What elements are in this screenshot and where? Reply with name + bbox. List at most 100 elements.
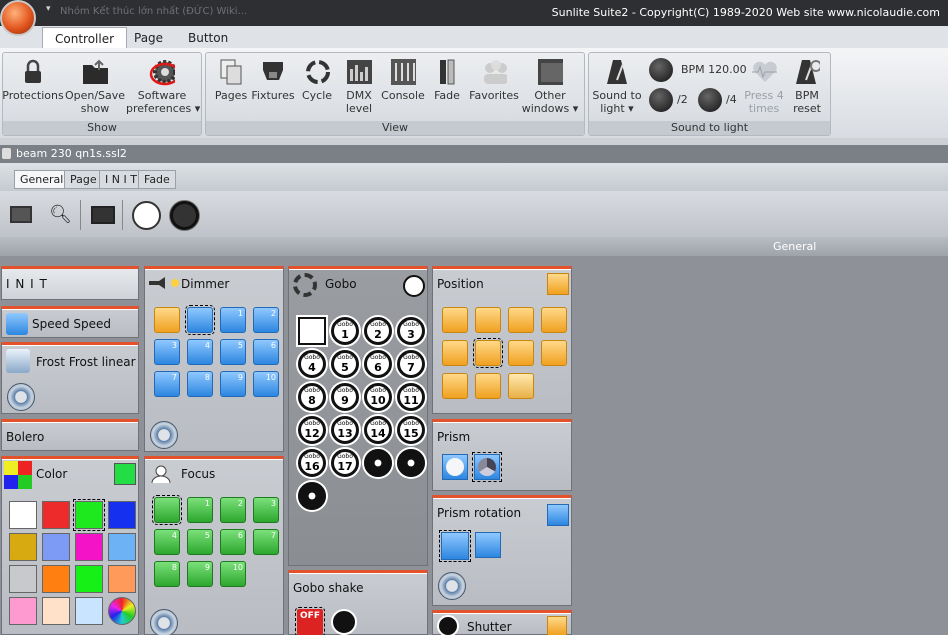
dimmer-button[interactable]: 7 (154, 371, 180, 397)
dimmer-button[interactable]: 5 (220, 339, 246, 365)
tab-init[interactable]: I N I T (99, 170, 143, 189)
press-4-times-button[interactable]: Press 4 times (742, 58, 786, 115)
color-swatch[interactable] (108, 533, 136, 561)
dimmer-knob[interactable] (150, 421, 178, 449)
position-pattern-button[interactable] (442, 307, 468, 333)
tab-controller[interactable]: Controller (42, 27, 128, 48)
position-pattern-button[interactable] (473, 338, 503, 368)
gobo-button[interactable]: Gobo 4 (298, 350, 326, 378)
gobo-button[interactable] (298, 317, 326, 345)
fade-button[interactable]: Fade (428, 58, 466, 102)
quick-access-dropdown[interactable]: ▾ (46, 4, 51, 14)
color-swatch[interactable] (9, 533, 37, 561)
gobo-button[interactable]: Gobo 2 (364, 317, 392, 345)
position-pattern-button[interactable] (541, 307, 567, 333)
prism-3facet-button[interactable] (472, 452, 502, 482)
dimmer-button[interactable]: 9 (220, 371, 246, 397)
color-swatch[interactable] (73, 499, 105, 531)
color-swatch[interactable] (108, 597, 136, 625)
color-swatch[interactable] (75, 565, 103, 593)
bpm-reset-button[interactable]: BPM reset (786, 58, 828, 115)
position-pattern-button[interactable] (475, 373, 501, 399)
color-swatch[interactable] (9, 597, 37, 625)
tab-general[interactable]: General (14, 170, 70, 189)
white-circle-button[interactable] (132, 201, 161, 230)
gobo-button[interactable]: Gobo 10 (364, 383, 392, 411)
tab-button[interactable]: Button (176, 27, 240, 48)
focus-button[interactable]: 2 (220, 497, 246, 523)
gobo-button[interactable]: Gobo 12 (298, 416, 326, 444)
prism-rotate-cw-button[interactable] (439, 530, 471, 562)
div4-button[interactable] (698, 88, 722, 112)
color-swatch[interactable] (108, 501, 136, 529)
search-icon[interactable]: 🔍︎ (49, 204, 72, 225)
other-windows-button[interactable]: Other windows ▾ (520, 58, 580, 115)
open-save-show-button[interactable]: Open/Save show (64, 58, 126, 115)
div2-button[interactable] (649, 88, 673, 112)
favorites-button[interactable]: Favorites (468, 58, 520, 102)
color-swatch[interactable] (75, 597, 103, 625)
layout-icon[interactable] (91, 206, 115, 224)
dimmer-button[interactable]: 8 (187, 371, 213, 397)
pages-button[interactable]: Pages (210, 58, 252, 102)
dimmer-button[interactable]: 4 (187, 339, 213, 365)
sound-to-light-button[interactable]: Sound to light ▾ (590, 58, 644, 115)
gobo-button[interactable]: Gobo 9 (331, 383, 359, 411)
protections-button[interactable]: Protections (2, 58, 64, 102)
color-swatch[interactable] (9, 501, 37, 529)
color-swatch[interactable] (108, 565, 136, 593)
focus-button[interactable]: 4 (154, 529, 180, 555)
position-pattern-button[interactable] (442, 340, 468, 366)
bolero-panel[interactable]: Bolero (1, 419, 139, 451)
init-panel[interactable]: I N I T (1, 266, 139, 300)
gobo-button[interactable]: Gobo 6 (364, 350, 392, 378)
dimmer-button[interactable]: 2 (253, 307, 279, 333)
focus-button[interactable]: 3 (253, 497, 279, 523)
dimmer-button[interactable] (154, 307, 180, 333)
black-circle-button[interactable] (170, 201, 199, 230)
gobo-button[interactable]: Gobo 16 (298, 449, 326, 477)
gobo-shake-off-button[interactable]: OFF (295, 607, 325, 635)
position-pattern-button[interactable] (508, 340, 534, 366)
focus-knob[interactable] (150, 609, 178, 635)
app-menu-button[interactable] (0, 0, 36, 36)
dimmer-button[interactable]: 3 (154, 339, 180, 365)
cycle-button[interactable]: Cycle (298, 58, 336, 102)
gobo-button[interactable]: Gobo 1 (331, 317, 359, 345)
color-swatch[interactable] (42, 565, 70, 593)
frost-knob[interactable] (7, 383, 35, 411)
gobo-button[interactable]: Gobo 8 (298, 383, 326, 411)
dmx-level-button[interactable]: DMX level (338, 58, 380, 115)
focus-button[interactable] (152, 495, 182, 525)
focus-button[interactable]: 10 (220, 561, 246, 587)
focus-button[interactable]: 6 (220, 529, 246, 555)
gobo-button[interactable] (397, 449, 425, 477)
focus-button[interactable]: 1 (187, 497, 213, 523)
color-swatch[interactable] (42, 597, 70, 625)
prism-rotation-knob[interactable] (438, 572, 466, 600)
focus-button[interactable]: 7 (253, 529, 279, 555)
dimmer-button[interactable] (185, 305, 215, 335)
console-button[interactable]: Console (380, 58, 426, 102)
gobo-button[interactable] (364, 449, 392, 477)
gobo-button[interactable]: Gobo 15 (397, 416, 425, 444)
color-swatch[interactable] (42, 533, 70, 561)
frost-panel[interactable]: Frost Frost linear (1, 342, 139, 414)
tab-page-sub[interactable]: Page (64, 170, 103, 189)
speed-panel[interactable]: Speed Speed (1, 306, 139, 338)
position-pattern-button[interactable] (442, 373, 468, 399)
gobo-shake-button[interactable] (331, 609, 357, 635)
gobo-button[interactable]: Gobo 17 (331, 449, 359, 477)
position-pattern-button[interactable] (475, 307, 501, 333)
color-swatch[interactable] (42, 501, 70, 529)
focus-button[interactable]: 8 (154, 561, 180, 587)
dimmer-button[interactable]: 1 (220, 307, 246, 333)
screen-icon[interactable] (10, 206, 32, 223)
gobo-button[interactable]: Gobo 5 (331, 350, 359, 378)
gobo-button[interactable]: Gobo 13 (331, 416, 359, 444)
color-swatch[interactable] (9, 565, 37, 593)
tab-page[interactable]: Page (122, 27, 175, 48)
gobo-button[interactable]: Gobo 3 (397, 317, 425, 345)
position-pattern-button[interactable] (541, 340, 567, 366)
tab-fade[interactable]: Fade (138, 170, 176, 189)
